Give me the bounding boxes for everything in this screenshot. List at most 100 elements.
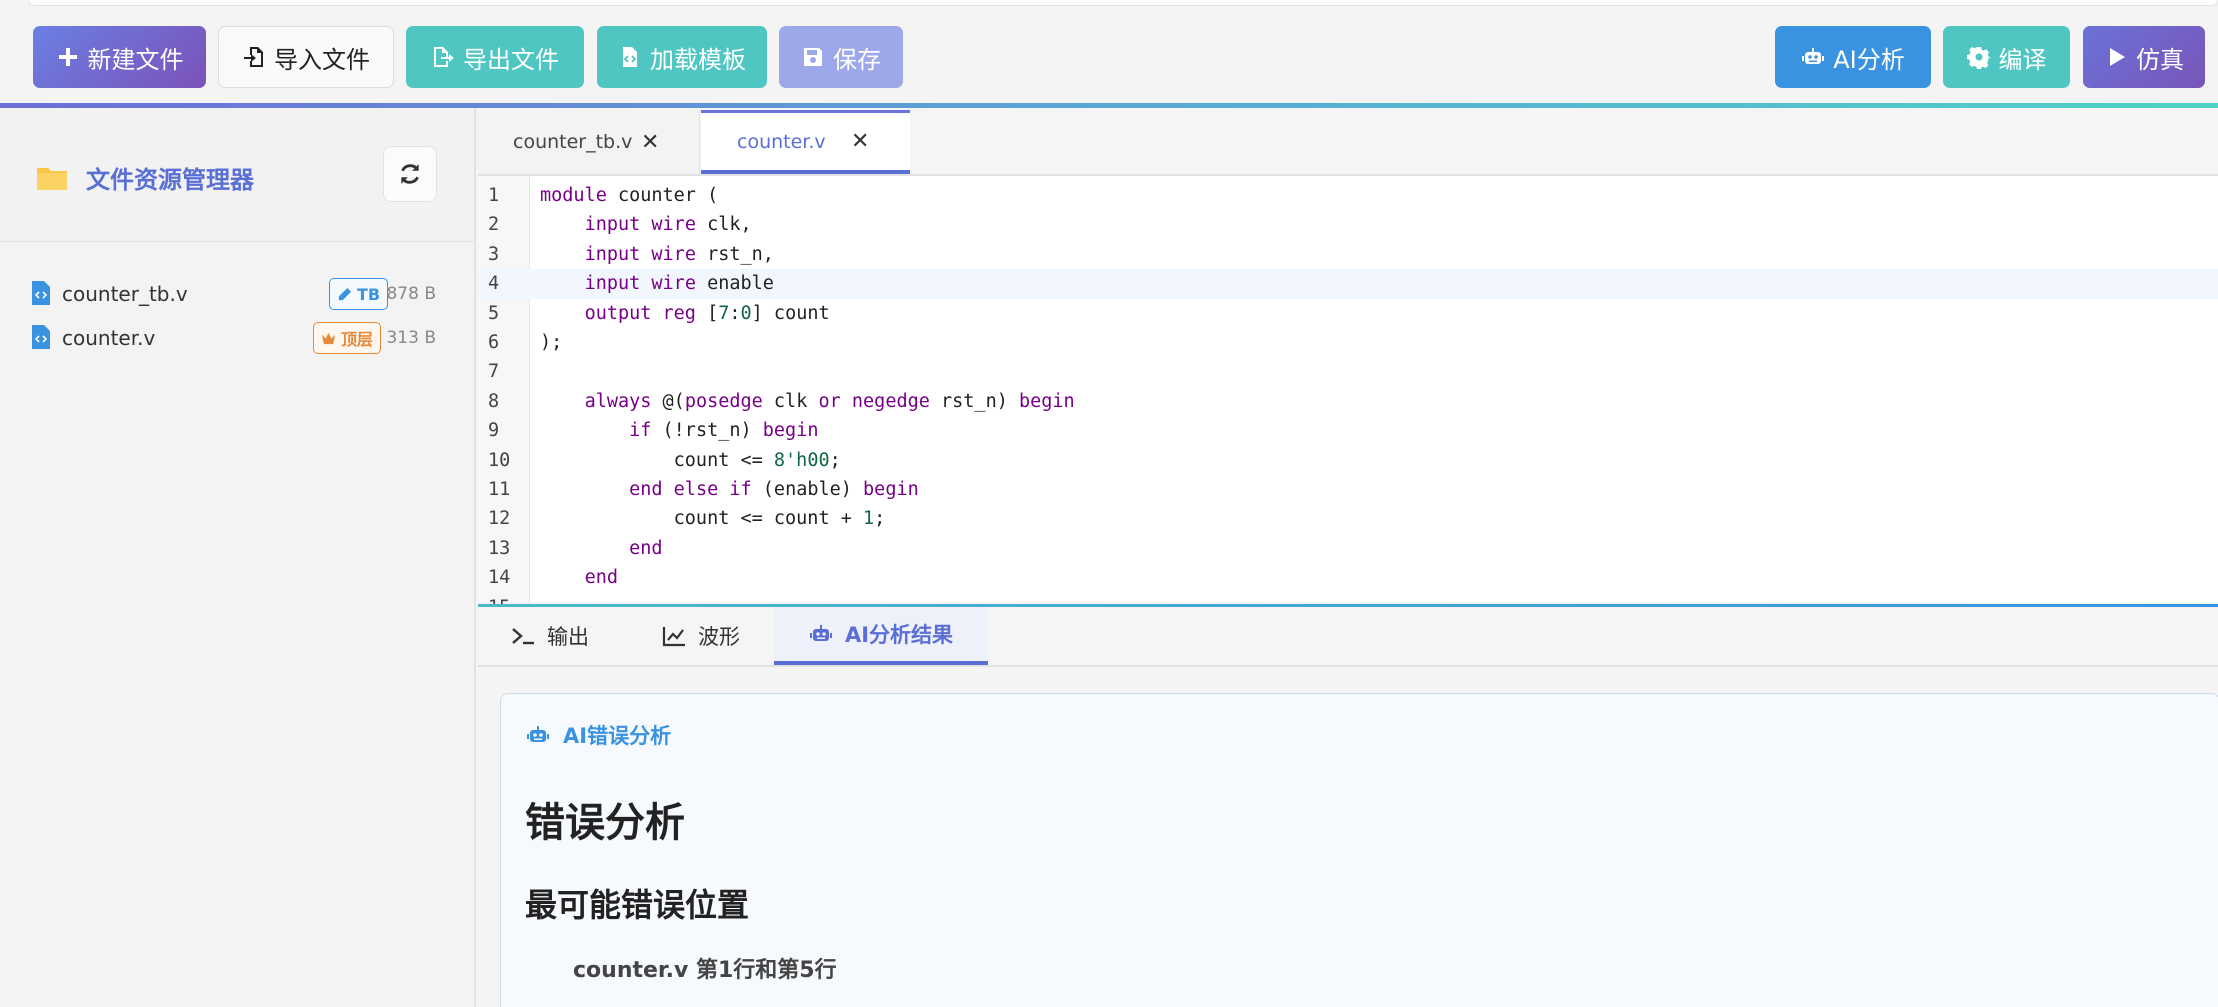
ai-card-header: AI错误分析	[525, 720, 671, 750]
code-line: 8 always @(posedge clk or negedge rst_n)…	[478, 387, 2218, 416]
bottom-panel-tabs: 输出 波形 AI分析结果	[478, 607, 2218, 667]
code-line: 7	[478, 357, 2218, 386]
load-template-button[interactable]: 加载模板	[597, 26, 767, 88]
tab-counter[interactable]: counter.v ✕	[701, 110, 910, 174]
error-location-heading: 最可能错误位置	[525, 886, 750, 924]
file-name: counter_tb.v	[62, 282, 188, 306]
new-file-label: 新建文件	[87, 45, 184, 74]
editor-tab-bar: counter_tb.v ✕ counter.v ✕	[478, 108, 2218, 176]
line-number: 10	[488, 449, 511, 471]
file-import-icon	[244, 47, 263, 67]
save-button[interactable]: 保存	[779, 26, 903, 88]
file-item[interactable]: counter_tb.v TB 878 B	[0, 272, 474, 316]
chart-line-icon	[662, 627, 685, 647]
file-list: counter_tb.v TB 878 B counter.v 顶层 313 B	[0, 272, 474, 360]
sidebar-title: 文件资源管理器	[36, 160, 254, 195]
toolbar: 新建文件 导入文件 导出文件 加载模板 保存 AI分析 编译 仿真	[0, 6, 2218, 104]
save-icon	[804, 48, 822, 66]
ai-analyze-label: AI分析	[1833, 45, 1905, 74]
file-item[interactable]: counter.v 顶层 313 B	[0, 316, 474, 360]
play-icon	[2110, 48, 2125, 66]
file-explorer-sidebar: 文件资源管理器 counter_tb.v TB 878 B counter.v …	[0, 108, 476, 1007]
error-location-item: counter.v 第1行和第5行	[573, 958, 837, 983]
testbench-badge-label: TB	[357, 284, 381, 304]
line-number: 7	[488, 361, 500, 383]
robot-icon	[809, 625, 832, 641]
plus-icon	[58, 48, 77, 66]
sidebar-header: 文件资源管理器	[0, 108, 474, 242]
line-number: 13	[488, 537, 511, 559]
testbench-badge: TB	[329, 278, 389, 310]
code-line: 12 count <= count + 1;	[478, 504, 2218, 533]
robot-icon	[1802, 48, 1825, 64]
refresh-icon	[401, 164, 419, 184]
line-number: 15	[478, 593, 520, 604]
file-size: 313 B	[386, 328, 436, 348]
code-line: 9 if (!rst_n) begin	[478, 416, 2218, 445]
top-module-badge: 顶层	[313, 322, 382, 354]
line-number: 3	[488, 243, 500, 265]
line-number: 12	[488, 508, 511, 530]
code-line-active: 4 input wire enable	[478, 269, 2218, 299]
top-module-badge-label: 顶层	[341, 330, 374, 349]
code-line: 11 end else if (enable) begin	[478, 475, 2218, 504]
tab-waveform-label: 波形	[698, 625, 740, 649]
code-editor[interactable]: 1 module counter ( 2 input wire clk, 3 in…	[478, 176, 2218, 604]
robot-icon	[527, 726, 549, 742]
import-file-label: 导入文件	[274, 45, 370, 74]
pencil-icon	[338, 287, 352, 300]
file-code-icon	[32, 281, 50, 305]
file-code-icon	[623, 47, 637, 67]
ai-analysis-card: AI错误分析 错误分析 最可能错误位置 counter.v 第1行和第5行	[500, 693, 2218, 1007]
line-number: 1	[488, 185, 500, 206]
tab-output-label: 输出	[547, 625, 589, 649]
simulate-label: 仿真	[2136, 45, 2184, 74]
code-line: 15	[478, 593, 2218, 604]
file-export-icon	[434, 47, 454, 67]
line-number: 11	[488, 479, 511, 500]
new-file-button[interactable]: 新建文件	[33, 26, 206, 88]
import-file-button[interactable]: 导入文件	[218, 26, 394, 88]
tab-output[interactable]: 输出	[511, 607, 589, 665]
line-number: 14	[488, 567, 511, 589]
terminal-icon	[512, 628, 534, 645]
simulate-button[interactable]: 仿真	[2083, 26, 2205, 88]
export-file-label: 导出文件	[463, 45, 559, 74]
tab-ai-result-label: AI分析结果	[844, 623, 954, 647]
line-number: 4	[488, 273, 500, 295]
load-template-label: 加载模板	[650, 45, 746, 74]
code-line: 6);	[478, 328, 2218, 357]
tab-label: counter.v	[737, 130, 826, 153]
line-number: 2	[488, 214, 500, 236]
tab-waveform[interactable]: 波形	[662, 607, 740, 665]
code-line: 13 end	[478, 534, 2218, 563]
gear-icon	[1966, 47, 1991, 69]
ai-result-panel: AI错误分析 错误分析 最可能错误位置 counter.v 第1行和第5行	[478, 667, 2218, 1007]
line-number: 8	[488, 390, 500, 412]
file-size: 878 B	[386, 284, 436, 304]
code-line: 1 module counter (	[478, 181, 2218, 210]
sidebar-title-text: 文件资源管理器	[86, 166, 254, 194]
refresh-button[interactable]	[383, 146, 437, 202]
folder-icon	[37, 167, 67, 190]
line-number: 9	[488, 420, 500, 442]
compile-label: 编译	[1998, 45, 2047, 74]
close-icon[interactable]: ✕	[851, 129, 869, 154]
crown-icon	[321, 332, 336, 344]
save-label: 保存	[833, 45, 881, 74]
analysis-heading: 错误分析	[525, 800, 685, 846]
export-file-button[interactable]: 导出文件	[406, 26, 584, 88]
tab-counter-tb[interactable]: counter_tb.v ✕	[478, 110, 700, 174]
compile-button[interactable]: 编译	[1943, 26, 2070, 88]
code-line: 14 end	[478, 563, 2218, 592]
code-line: 3 input wire rst_n,	[478, 240, 2218, 269]
tab-ai-result[interactable]: AI分析结果	[774, 607, 988, 665]
file-code-icon	[32, 325, 50, 349]
line-number: 5	[488, 302, 500, 324]
line-number: 6	[488, 332, 500, 353]
code-line: 5 output reg [7:0] count	[478, 299, 2218, 328]
code-line: 10 count <= 8'h00;	[478, 446, 2218, 475]
ai-analyze-button[interactable]: AI分析	[1775, 26, 1931, 88]
close-icon[interactable]: ✕	[641, 130, 659, 155]
code-line: 2 input wire clk,	[478, 210, 2218, 239]
